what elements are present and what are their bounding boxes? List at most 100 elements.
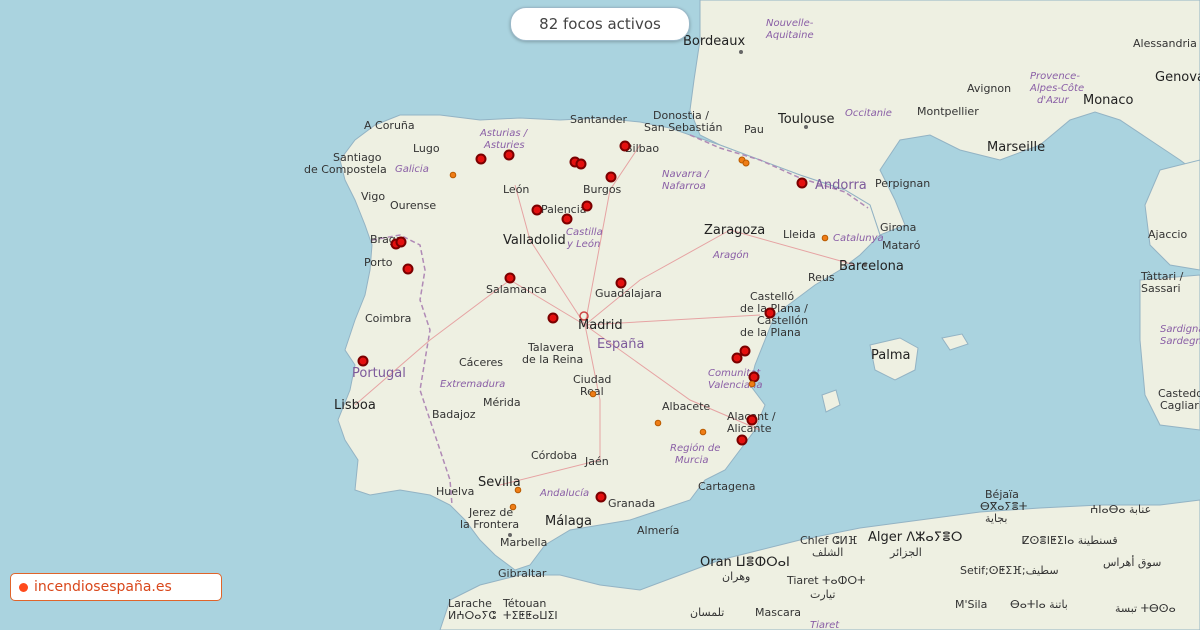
label-alger1: Alger ⴷⵣⴰⵢⴻⵔ [868, 530, 962, 545]
label-andorra: Andorra [815, 178, 867, 193]
minor-fire-marker[interactable] [821, 234, 829, 242]
label-tiaret1: Tiaret ⵜⴰⵀⵔⵜ [786, 574, 866, 587]
minor-fire-marker[interactable] [509, 503, 517, 511]
minor-fire-marker[interactable] [589, 390, 597, 398]
label-leon: León [503, 183, 529, 196]
fire-marker[interactable] [595, 491, 607, 503]
label-alessandria: Alessandria [1133, 37, 1197, 50]
label-msila: M'Sila [955, 598, 987, 611]
label-burgos: Burgos [583, 183, 622, 196]
label-oran1: Oran ⵡⴻⵀⵔⴰⵏ [700, 555, 790, 570]
label-extremadura: Extremadura [440, 379, 505, 390]
fire-marker[interactable] [547, 312, 559, 324]
label-navarra1: Navarra / [662, 169, 710, 180]
active-fires-counter: 82 focos activos [510, 7, 690, 41]
label-asturias2: Asturies [483, 140, 525, 151]
fire-marker[interactable] [357, 355, 369, 367]
map-canvas[interactable]: Bordeaux Nouvelle- Aquitaine Toulouse Oc… [0, 0, 1200, 630]
fire-marker[interactable] [402, 263, 414, 275]
fire-marker[interactable] [503, 149, 515, 161]
label-portugal: Portugal [352, 366, 406, 381]
label-cartagena: Cartagena [698, 480, 755, 493]
label-occitanie: Occitanie [845, 108, 892, 119]
minor-fire-marker[interactable] [748, 380, 756, 388]
label-castilla1: Castilla [566, 227, 603, 238]
fire-marker[interactable] [475, 153, 487, 165]
fire-marker[interactable] [796, 177, 808, 189]
fire-marker[interactable] [561, 213, 573, 225]
fire-marker[interactable] [731, 352, 743, 364]
label-barcelona: Barcelona [839, 259, 904, 274]
label-almeria: Almería [637, 524, 679, 537]
minor-fire-marker[interactable] [699, 428, 707, 436]
brand-label: incendiosespaña.es [34, 579, 172, 595]
fire-marker[interactable] [736, 434, 748, 446]
label-vigo: Vigo [361, 190, 385, 203]
fire-marker[interactable] [581, 200, 593, 212]
active-fires-counter-text: 82 focos activos [539, 15, 661, 33]
label-navarra2: Nafarroa [662, 181, 706, 192]
label-coimbra: Coimbra [365, 312, 411, 325]
label-talavera2: de la Reina [522, 353, 583, 366]
label-marbella: Marbella [500, 536, 547, 549]
fire-marker[interactable] [531, 204, 543, 216]
label-larache2: ⵍⵄⵔⴰⵢⵛ [448, 609, 496, 622]
label-ourense: Ourense [390, 199, 436, 212]
label-mascara: Mascara [755, 606, 801, 619]
label-genova: Genova [1155, 70, 1200, 85]
minor-fire-marker[interactable] [449, 171, 457, 179]
label-marseille: Marseille [987, 140, 1045, 155]
label-pau: Pau [744, 123, 764, 136]
label-jaen: Jaén [584, 455, 609, 468]
label-castilla2: y León [566, 238, 600, 250]
label-nouvelle: Nouvelle- [766, 18, 814, 29]
fire-marker[interactable] [764, 307, 776, 319]
label-cordoba: Córdoba [531, 449, 577, 462]
label-aragon: Aragón [712, 249, 749, 261]
minor-fire-marker[interactable] [742, 159, 750, 167]
label-mataro: Mataró [882, 239, 921, 252]
label-palma: Palma [871, 348, 910, 363]
label-avignon: Avignon [967, 82, 1011, 95]
label-lugo: Lugo [413, 142, 440, 155]
label-lleida: Lleida [783, 228, 816, 241]
label-albacete: Albacete [662, 400, 710, 413]
label-tattari2: Sassari [1141, 282, 1181, 295]
fire-marker[interactable] [739, 345, 751, 357]
label-provence1: Provence- [1030, 71, 1080, 82]
label-guadalajara: Guadalajara [595, 287, 662, 300]
label-espana: España [597, 337, 644, 352]
label-bordeaux: Bordeaux [683, 34, 745, 49]
label-merida: Mérida [483, 396, 521, 409]
label-salamanca: Salamanca [486, 283, 547, 296]
minor-fire-marker[interactable] [654, 419, 662, 427]
label-bejaia3: بجاية [985, 512, 1007, 525]
fire-marker[interactable] [575, 158, 587, 170]
fire-marker[interactable] [504, 272, 516, 284]
label-asturias1: Asturias / [479, 128, 529, 139]
label-sansebastian: San Sebastián [644, 121, 723, 134]
label-madrid: Madrid [578, 318, 623, 333]
fire-marker[interactable] [395, 236, 407, 248]
label-provence2: Alpes-Côte [1029, 82, 1084, 94]
label-region1: Región de [670, 442, 720, 454]
label-provence3: d'Azur [1037, 95, 1070, 106]
label-gibraltar: Gibraltar [498, 567, 547, 580]
fire-marker[interactable] [605, 171, 617, 183]
label-porto: Porto [364, 256, 393, 269]
label-jerez2: la Frontera [460, 518, 519, 531]
fire-marker[interactable] [619, 140, 631, 152]
label-santiago2: de Compostela [304, 163, 387, 176]
label-granada: Granada [608, 497, 655, 510]
fire-marker[interactable] [748, 371, 760, 383]
minor-fire-marker[interactable] [514, 486, 522, 494]
label-setif: Setif;ⵙⵟⵉⴼ;سطيف [960, 564, 1059, 577]
label-palencia: Palencia [541, 203, 587, 216]
fire-marker[interactable] [746, 414, 758, 426]
label-toulouse: Toulouse [777, 112, 835, 127]
brand-link[interactable]: incendiosespaña.es [10, 573, 222, 601]
label-tetouan2: ⵜⵉⵟⵟⴰⵡⵉⵏ [503, 609, 558, 622]
fire-dot-icon [19, 582, 28, 592]
fire-marker[interactable] [615, 277, 627, 289]
label-tiaret2: تيارت [810, 588, 835, 601]
